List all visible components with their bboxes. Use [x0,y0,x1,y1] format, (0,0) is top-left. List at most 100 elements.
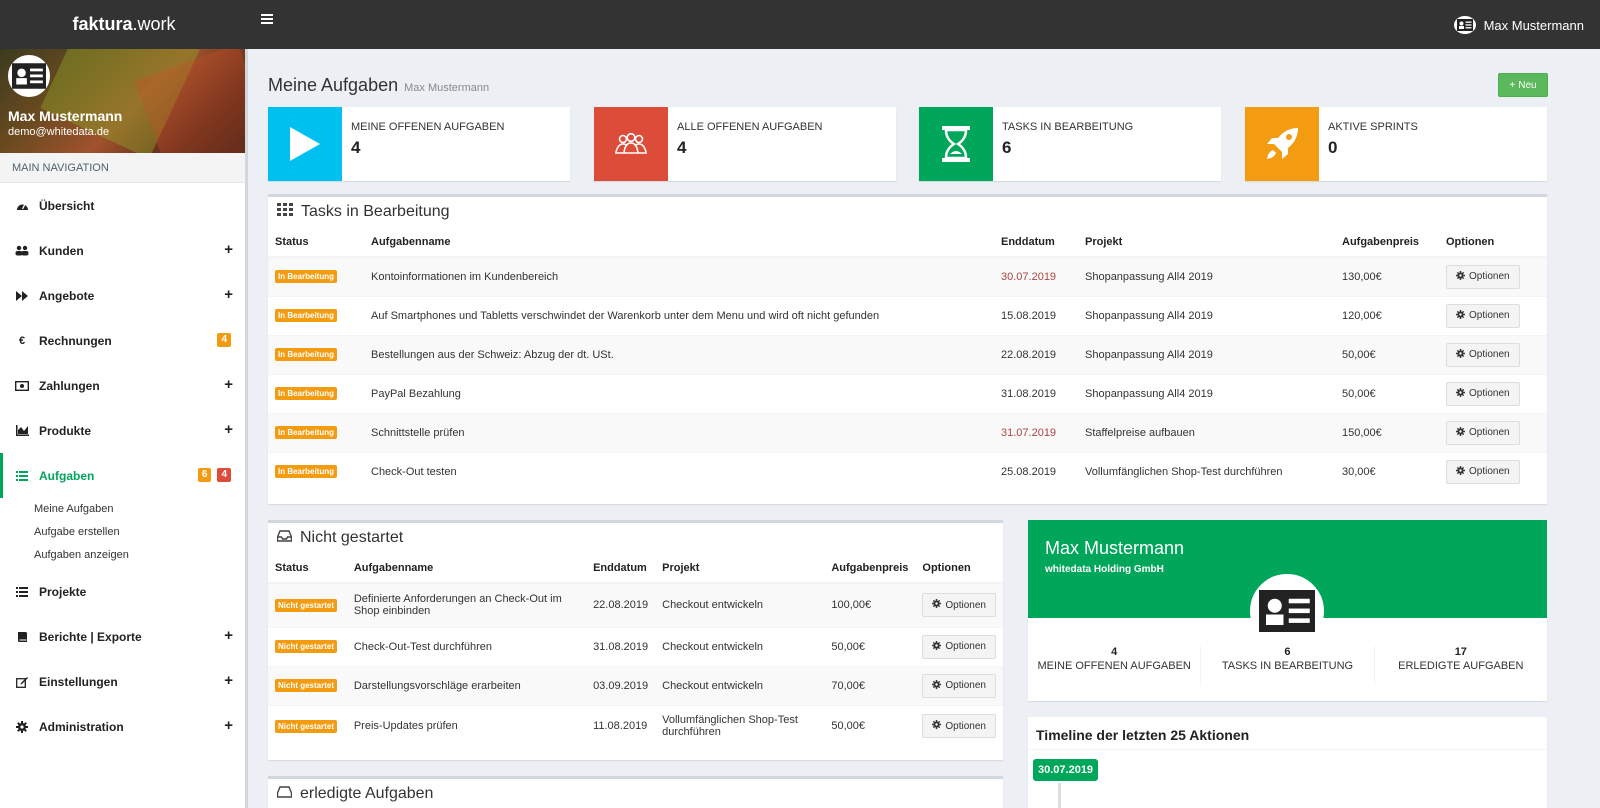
options-button[interactable]: Optionen [1446,459,1520,484]
status-badge: In Bearbeitung [275,309,338,322]
tasks-table: Status Aufgabenname Enddatum Projekt Auf… [268,227,1547,491]
sidebar-item-administration[interactable]: Administration + [0,704,245,749]
table-row[interactable]: Nicht gestartet Definierte Anforderungen … [268,582,1003,627]
column-header[interactable]: Aufgabenpreis [1335,227,1439,258]
gear-icon [1456,465,1465,478]
sidebar-item-berichte[interactable]: Berichte | Exporte + [0,614,245,659]
sidebar-item-angebote[interactable]: Angebote + [0,273,245,318]
column-header[interactable]: Projekt [655,553,825,584]
euro-icon: € [18,334,26,347]
task-name[interactable]: Check-Out testen [364,451,994,491]
expand-icon[interactable]: + [224,241,233,258]
submenu-item-meine-aufgaben[interactable]: Meine Aufgaben [34,498,245,521]
options-button[interactable]: Optionen [1446,303,1520,328]
expand-icon[interactable]: + [224,421,233,438]
expand-icon[interactable]: + [224,717,233,734]
table-row[interactable]: Nicht gestartet Check-Out-Test durchführe… [268,626,1003,666]
task-price: 50,00€ [824,704,916,747]
options-button[interactable]: Optionen [1446,420,1520,445]
task-enddate: 22.08.2019 [994,334,1078,374]
table-row[interactable]: Nicht gestartet Darstellungsvorschläge er… [268,665,1003,705]
table-row[interactable]: In Bearbeitung Check-Out testen 25.08.2019… [268,451,1547,491]
avatar [1250,574,1324,648]
stat-erledigte-aufgaben: 17 ERLEDIGTE AUFGABEN [1398,646,1524,672]
options-button[interactable]: Optionen [1446,381,1520,406]
expand-icon[interactable]: + [224,286,233,303]
gear-icon [1456,309,1465,322]
list-icon [15,469,29,483]
app-logo[interactable]: faktura.work [0,0,248,49]
task-name[interactable]: Schnittstelle prüfen [364,412,994,452]
column-header[interactable]: Enddatum [994,227,1078,258]
options-button[interactable]: Optionen [922,714,996,739]
gear-icon [1456,348,1465,361]
table-row[interactable]: In Bearbeitung Bestellungen aus der Schwe… [268,334,1547,374]
task-enddate: 15.08.2019 [994,295,1078,335]
task-name[interactable]: Bestellungen aus der Schweiz: Abzug der … [364,334,994,374]
task-project: Vollumfänglichen Shop-Test durchführen [655,704,825,747]
menu-toggle-icon[interactable] [261,14,273,24]
table-row[interactable]: In Bearbeitung Auf Smartphones und Tablet… [268,295,1547,335]
column-header[interactable]: Aufgabenpreis [824,553,916,584]
task-price: 70,00€ [824,665,916,705]
column-header[interactable]: Projekt [1078,227,1335,258]
sidebar-item-kunden[interactable]: Kunden + [0,228,245,273]
sidebar-item-einstellungen[interactable]: Einstellungen + [0,659,245,704]
plus-icon: + [1509,79,1516,91]
new-button[interactable]: + Neu [1498,73,1548,97]
options-button[interactable]: Optionen [1446,264,1520,289]
task-name[interactable]: Darstellungsvorschläge erarbeiten [346,665,587,705]
expand-icon[interactable]: + [224,627,233,644]
timeline-date-label: 30.07.2019 [1033,759,1099,781]
table-row[interactable]: In Bearbeitung Kontoinformationen im Kund… [268,256,1547,296]
grid-icon [277,203,293,221]
infobox-tasks-in-bearbeitung[interactable]: TASKS IN BEARBEITUNG 6 [919,107,1221,181]
task-price: 50,00€ [1335,373,1439,413]
aufgaben-submenu: Meine Aufgaben Aufgabe erstellen Aufgabe… [0,498,245,569]
notstarted-table: Status Aufgabenname Enddatum Projekt Auf… [268,553,1003,747]
column-header[interactable]: Aufgabenname [346,553,587,584]
expand-icon[interactable]: + [224,376,233,393]
top-user-name: Max Mustermann [1483,17,1584,33]
column-header[interactable]: Status [268,553,347,584]
table-row[interactable]: Nicht gestartet Preis-Updates prüfen 11.08… [268,704,1003,747]
options-button[interactable]: Optionen [922,593,996,618]
infobox-meine-offenen-aufgaben[interactable]: MEINE OFFENEN AUFGABEN 4 [268,107,570,181]
column-header[interactable]: Enddatum [586,553,656,584]
expand-icon[interactable]: + [224,672,233,689]
page-subtitle: Max Mustermann [404,82,490,94]
task-price: 50,00€ [824,626,916,666]
task-name[interactable]: Auf Smartphones und Tabletts verschwinde… [364,295,994,335]
status-badge: Nicht gestartet [275,719,338,733]
inbox-icon [276,785,293,803]
submenu-item-aufgabe-erstellen[interactable]: Aufgabe erstellen [34,521,245,544]
options-button[interactable]: Optionen [922,673,996,698]
infobox-aktive-sprints[interactable]: AKTIVE SPRINTS 0 [1245,107,1547,181]
box-title: Tasks in Bearbeitung [268,197,1547,227]
table-row[interactable]: In Bearbeitung Schnittstelle prüfen 31.07.… [268,412,1547,452]
table-row[interactable]: In Bearbeitung PayPal Bezahlung 31.08.2019… [268,373,1547,413]
task-name[interactable]: Definierte Anforderungen an Check-Out im… [346,582,587,627]
task-name[interactable]: Preis-Updates prüfen [346,704,587,747]
sidebar-item-projekte[interactable]: Projekte [0,569,245,614]
task-name[interactable]: Check-Out-Test durchführen [346,626,587,666]
nav-header: MAIN NAVIGATION [0,153,245,183]
status-badge: Nicht gestartet [275,598,338,612]
sidebar-item-uebersicht[interactable]: Übersicht [0,183,245,228]
task-price: 50,00€ [1335,334,1439,374]
column-header[interactable]: Aufgabenname [364,227,994,258]
sidebar-item-produkte[interactable]: Produkte + [0,408,245,453]
submenu-item-aufgaben-anzeigen[interactable]: Aufgaben anzeigen [34,544,245,567]
task-enddate: 31.07.2019 [994,412,1078,452]
gear-icon [15,720,29,734]
sidebar-item-rechnungen[interactable]: € Rechnungen 4 [0,318,245,363]
options-button[interactable]: Optionen [922,634,996,659]
infobox-alle-offenen-aufgaben[interactable]: ALLE OFFENEN AUFGABEN 4 [594,107,896,181]
sidebar-item-zahlungen[interactable]: Zahlungen + [0,363,245,408]
user-menu[interactable]: Max Mustermann [1453,14,1584,36]
task-name[interactable]: Kontoinformationen im Kundenbereich [364,256,994,296]
column-header[interactable]: Status [268,227,364,258]
sidebar-item-aufgaben[interactable]: Aufgaben 6 4 [0,453,245,498]
options-button[interactable]: Optionen [1446,342,1520,367]
task-name[interactable]: PayPal Bezahlung [364,373,994,413]
